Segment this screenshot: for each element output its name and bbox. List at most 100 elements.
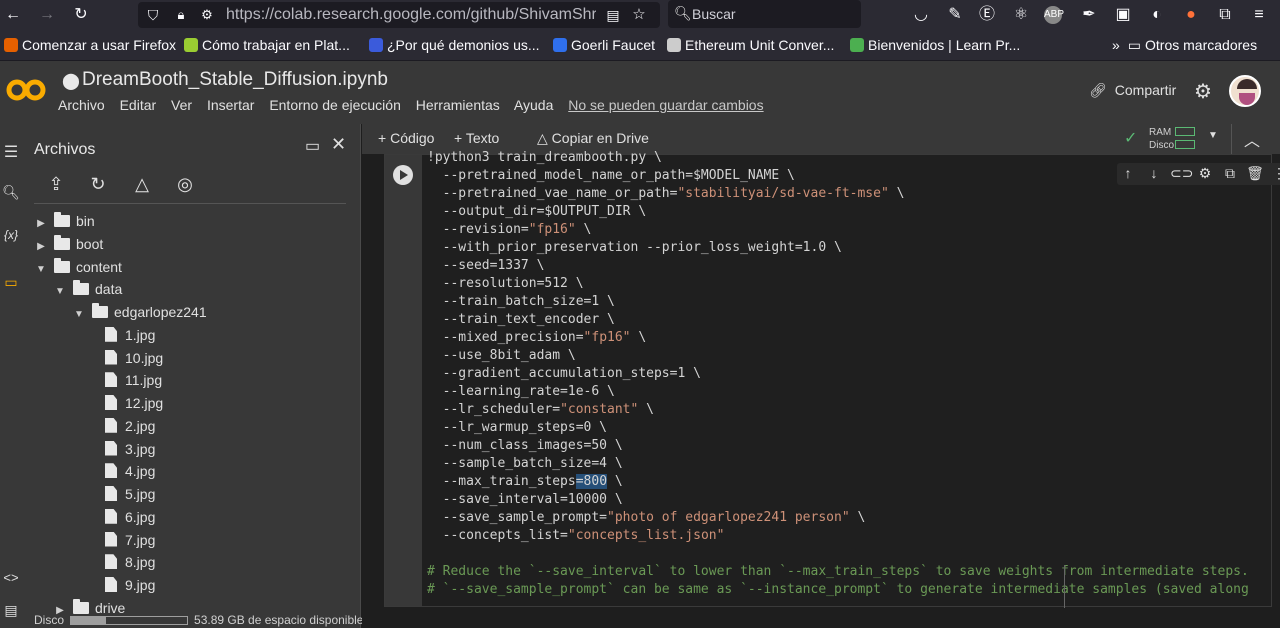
pocket-icon[interactable]: ◡	[910, 4, 932, 26]
menu-ver[interactable]: Ver	[171, 97, 192, 113]
bookmark-5[interactable]: Bienvenidos | Learn Pr...	[850, 37, 1020, 53]
reload-icon[interactable]: ↻	[70, 4, 92, 26]
colab-logo-icon[interactable]	[6, 77, 46, 103]
menu-insertar[interactable]: Insertar	[207, 97, 254, 113]
code-line: --revision="fp16" \	[427, 222, 592, 237]
mount-drive-icon[interactable]: △	[130, 174, 154, 198]
move-up-icon[interactable]: ↑	[1119, 165, 1137, 181]
chevron-down-icon[interactable]: ▼	[1208, 130, 1218, 141]
delete-cell-icon[interactable]: 🗑︎	[1246, 165, 1264, 182]
variables-icon[interactable]: {x}	[1, 228, 21, 242]
caret-down-icon[interactable]: ▼	[34, 260, 48, 280]
wrench-icon[interactable]: ✎	[944, 4, 966, 26]
caret-down-icon[interactable]: ▼	[72, 305, 86, 325]
caret-right-icon[interactable]: ▶	[34, 237, 48, 257]
mirror-cell-icon[interactable]: ⧉	[1221, 165, 1239, 182]
bookmark-1[interactable]: Cómo trabajar en Plat...	[184, 37, 350, 53]
tree-item-label: 12.jpg	[125, 395, 164, 411]
refresh-folder-icon[interactable]: ↻	[86, 174, 110, 198]
react-devtools-icon[interactable]: ⚛	[1010, 4, 1032, 26]
close-icon[interactable]: ✕	[331, 134, 346, 155]
tree-file-row[interactable]: 10.jpg	[105, 348, 163, 368]
gear-icon[interactable]: ⚙	[1194, 79, 1212, 104]
menu-herramientas[interactable]: Herramientas	[416, 97, 500, 113]
back-icon[interactable]: ←	[2, 4, 24, 26]
other-bookmarks[interactable]: » ▭ Otros marcadores	[1112, 37, 1257, 54]
tree-folder-row[interactable]: ▶ bin	[34, 211, 95, 231]
shield-icon[interactable]: ⛉	[142, 4, 164, 26]
lock-icon[interactable]: 🔒︎	[170, 4, 192, 26]
toc-icon[interactable]: ☰	[1, 142, 21, 162]
tree-file-row[interactable]: 6.jpg	[105, 507, 155, 527]
open-in-tab-icon[interactable]: ▭	[305, 136, 320, 156]
link-cell-icon[interactable]: ⊂⊃	[1170, 165, 1193, 182]
divider	[34, 203, 346, 204]
menu-entorno[interactable]: Entorno de ejecución	[269, 97, 401, 113]
forward-icon[interactable]: →	[36, 4, 58, 26]
tree-folder-row[interactable]: ▶ boot	[34, 234, 103, 254]
disk-free-label: 53.89 GB de espacio disponible	[194, 613, 364, 627]
search-icon[interactable]: 🔍︎	[1, 184, 21, 201]
tree-file-row[interactable]: 8.jpg	[105, 552, 155, 572]
tree-file-row[interactable]: 2.jpg	[105, 416, 155, 436]
tree-folder-row[interactable]: ▼ edgarlopez241	[72, 302, 207, 322]
connected-check-icon[interactable]: ✓	[1124, 128, 1137, 148]
code-cell[interactable]: !python3 train_dreambooth.py \ --pretrai…	[384, 150, 1280, 607]
notebook-title[interactable]: DreamBooth_Stable_Diffusion.ipynb	[82, 69, 388, 91]
cell-settings-icon[interactable]: ⚙	[1196, 165, 1214, 182]
extension-e-icon[interactable]: Ⓔ	[976, 4, 998, 26]
bookmark-3[interactable]: Goerli Faucet	[553, 37, 655, 53]
extension-feather-icon[interactable]: ✒	[1078, 4, 1100, 26]
file-icon	[105, 326, 117, 342]
copy-to-drive-button[interactable]: △ Copiar en Drive	[537, 130, 649, 147]
bookmark-4[interactable]: Ethereum Unit Conver...	[667, 37, 834, 53]
search-bar[interactable]: 🔍︎ Buscar	[668, 0, 861, 28]
tree-file-row[interactable]: 1.jpg	[105, 325, 155, 345]
bookmark-2[interactable]: ¿Por qué demonios us...	[369, 37, 540, 53]
tree-folder-row[interactable]: ▼ data	[53, 279, 122, 299]
tree-file-row[interactable]: 12.jpg	[105, 393, 163, 413]
menu-ayuda[interactable]: Ayuda	[514, 97, 553, 113]
move-down-icon[interactable]: ↓	[1145, 165, 1163, 181]
avatar[interactable]	[1229, 75, 1261, 107]
tree-file-row[interactable]: 5.jpg	[105, 484, 155, 504]
save-warning-link[interactable]: No se pueden guardar cambios	[568, 97, 763, 113]
tree-file-row[interactable]: 3.jpg	[105, 439, 155, 459]
other-bookmarks-label: Otros marcadores	[1145, 37, 1258, 53]
tree-file-row[interactable]: 11.jpg	[105, 370, 162, 390]
caret-down-icon[interactable]: ▼	[53, 282, 67, 302]
brave-icon[interactable]: ●	[1180, 4, 1202, 26]
screenshot-icon[interactable]: ▣	[1112, 4, 1134, 26]
code-snippets-icon[interactable]: <>	[1, 570, 21, 585]
more-options-icon[interactable]: ⋮	[1270, 165, 1280, 182]
bookmark-0[interactable]: Comenzar a usar Firefox	[4, 37, 176, 53]
reader-view-icon[interactable]: ▤	[602, 4, 624, 26]
code-line: --use_8bit_adam \	[427, 348, 576, 363]
chevron-up-icon[interactable]: ︿	[1244, 127, 1260, 151]
tree-file-row[interactable]: 7.jpg	[105, 530, 155, 550]
command-palette-icon[interactable]: ▤	[1, 602, 21, 619]
adblock-icon[interactable]: ABP	[1044, 6, 1064, 24]
tree-file-row[interactable]: 9.jpg	[105, 575, 155, 595]
upload-file-icon[interactable]: ⇪	[44, 174, 68, 198]
caret-right-icon[interactable]: ▶	[34, 214, 48, 234]
menu-editar[interactable]: Editar	[120, 97, 157, 113]
code-editor[interactable]: !python3 train_dreambooth.py \ --pretrai…	[427, 149, 1267, 599]
add-code-button[interactable]: + Código	[378, 130, 434, 146]
tree-file-row[interactable]: 4.jpg	[105, 461, 155, 481]
add-text-button[interactable]: + Texto	[454, 130, 499, 146]
url-bar[interactable]: ⛉ 🔒︎ ⚙ https://colab.research.google.com…	[138, 2, 660, 28]
browser-toolbar: ← → ↻ ⛉ 🔒︎ ⚙ https://colab.research.goog…	[0, 0, 1280, 30]
run-cell-button[interactable]	[393, 165, 413, 185]
bookmark-star-icon[interactable]: ☆	[628, 4, 650, 26]
files-folder-icon[interactable]: ▭	[1, 274, 21, 291]
hamburger-menu-icon[interactable]: ≡	[1248, 4, 1270, 26]
menu-archivo[interactable]: Archivo	[58, 97, 105, 113]
share-button[interactable]: 🔗︎ Compartir	[1089, 82, 1176, 99]
extensions-puzzle-icon[interactable]: ⧉	[1214, 4, 1236, 26]
hide-files-icon[interactable]: ◎	[173, 174, 197, 198]
url-text[interactable]: https://colab.research.google.com/github…	[226, 6, 596, 24]
permissions-icon[interactable]: ⚙	[196, 4, 218, 26]
tree-folder-row[interactable]: ▼ content	[34, 257, 122, 277]
extension-toggle-icon[interactable]: ◐	[1146, 4, 1168, 26]
